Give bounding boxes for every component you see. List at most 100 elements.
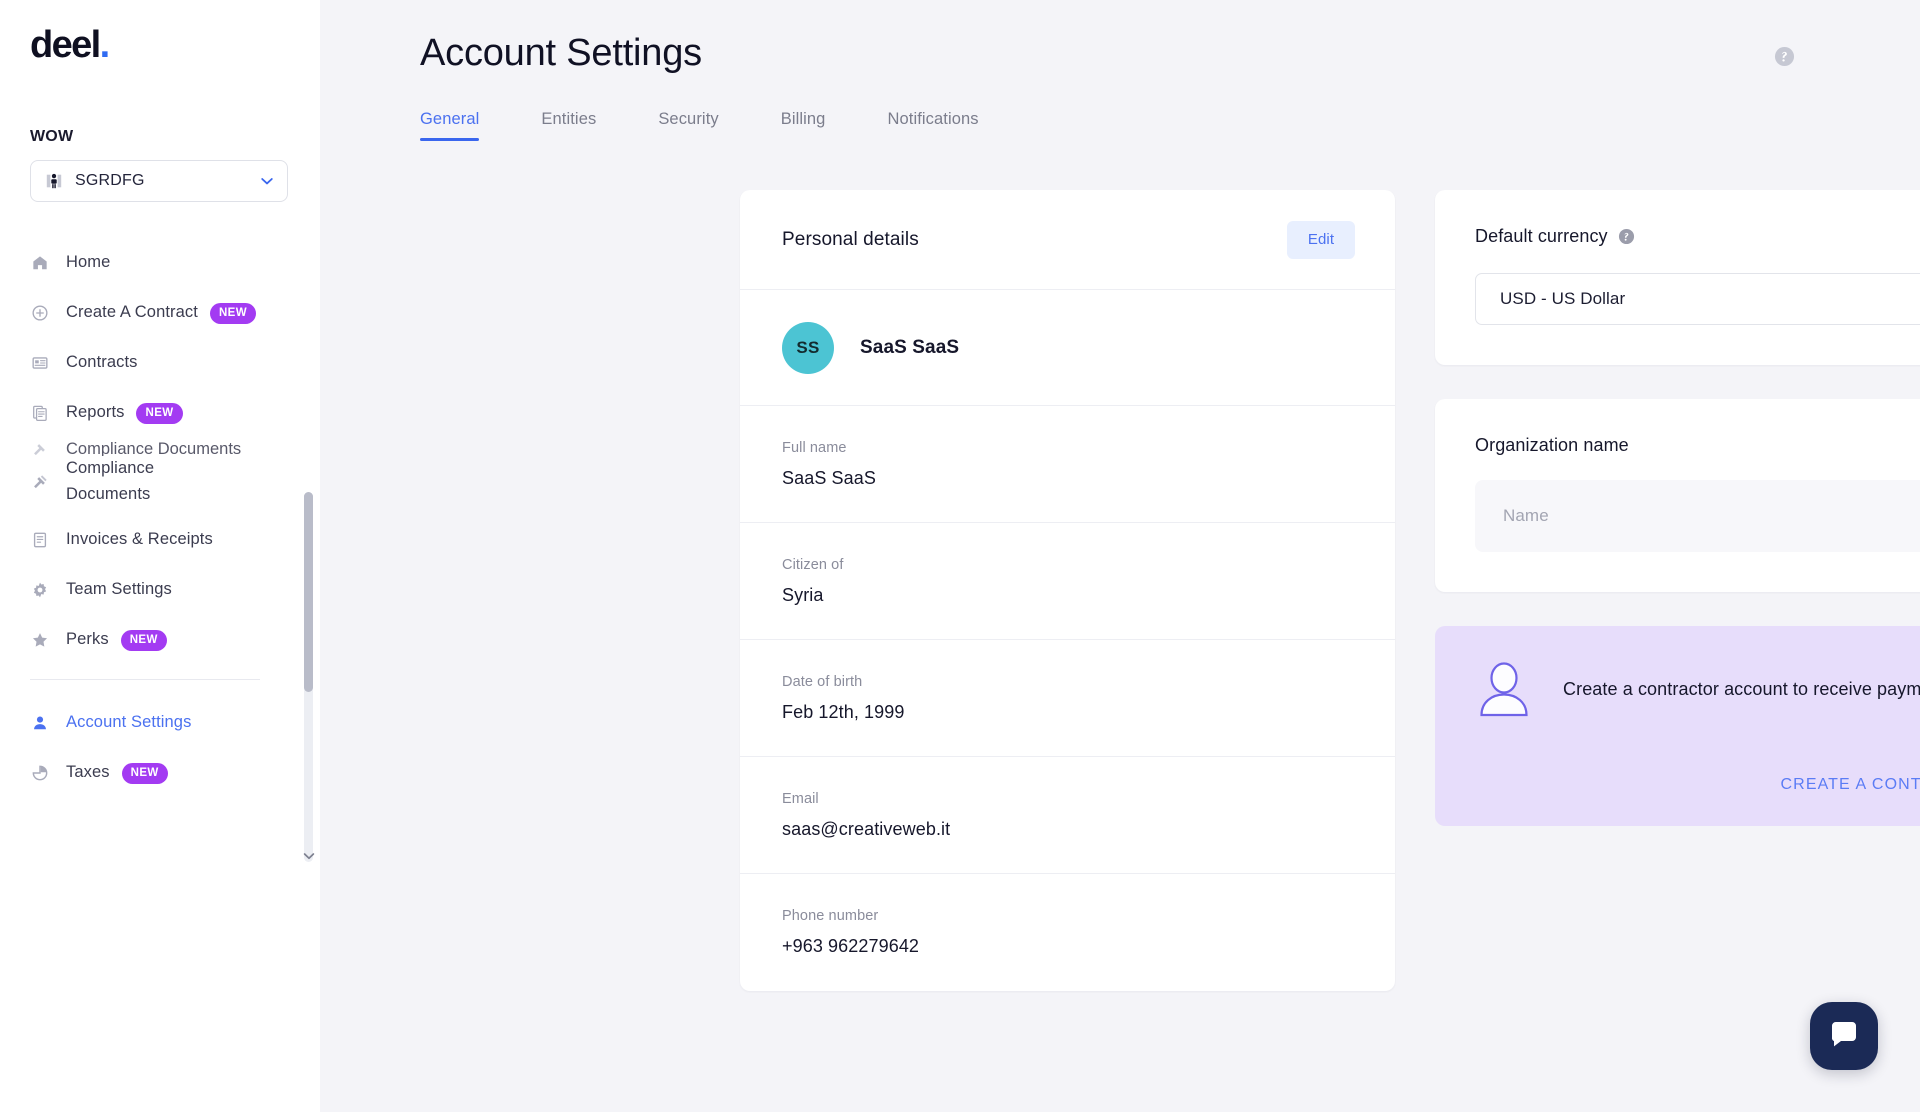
personal-details-header: Personal details Edit (740, 190, 1395, 290)
default-currency-label: Default currency (1475, 226, 1608, 246)
tab-entities[interactable]: Entities (541, 110, 596, 141)
field-date-of-birth: Date of birth Feb 12th, 1999 (740, 640, 1395, 757)
new-badge: NEW (209, 302, 256, 324)
help-circle-icon[interactable] (1618, 228, 1635, 245)
personal-details-user: SS SaaS SaaS (740, 290, 1395, 406)
sidebar-item-home[interactable]: Home (30, 246, 320, 280)
sidebar-item-label: Perks (66, 630, 109, 649)
user-display-name: SaaS SaaS (860, 336, 960, 358)
sidebar-scrollbar-track[interactable] (304, 492, 313, 862)
org-label: WOW (30, 128, 74, 145)
sidebar-item-label: Home (66, 253, 111, 272)
field-value: Feb 12th, 1999 (782, 701, 905, 722)
personal-details-card: Personal details Edit SS SaaS SaaS Full … (740, 190, 1395, 991)
default-currency-value: USD - US Dollar (1500, 289, 1626, 308)
home-icon (30, 253, 50, 273)
gavel-icon (30, 472, 50, 492)
default-currency-card: Default currency USD - US Dollar (1435, 190, 1920, 365)
sidebar-item-compliance-documents-ghost: Compliance Documents (30, 442, 241, 456)
settings-content: Personal details Edit SS SaaS SaaS Full … (740, 190, 1920, 991)
brand-logo[interactable]: deel. (0, 0, 320, 64)
contractor-promo-message: Create a contractor account to receive p… (1563, 678, 1920, 699)
contract-card-icon (30, 353, 50, 373)
field-value: Syria (782, 584, 824, 605)
sidebar-item-label: Create A Contract (66, 303, 198, 322)
field-value: +963 962279642 (782, 936, 920, 956)
field-citizen-of: Citizen of Syria (740, 523, 1395, 640)
sidebar-item-account-settings[interactable]: Account Settings (30, 706, 320, 740)
star-icon (30, 630, 50, 650)
sidebar-item-label: Compliance Documents (66, 442, 242, 456)
field-label: Citizen of (782, 556, 844, 573)
sidebar: deel. WOW SGRDFG Home Create A Contract … (0, 0, 320, 1112)
field-label: Full name (782, 439, 847, 456)
avatar: SS (782, 321, 834, 374)
gavel-icon (30, 442, 50, 456)
org-switcher[interactable]: SGRDFG (30, 160, 288, 202)
tab-general[interactable]: General (420, 110, 480, 141)
new-badge: NEW (120, 629, 167, 651)
person-icon (30, 713, 50, 733)
sidebar-scrollbar-thumb[interactable] (304, 492, 313, 692)
field-full-name: Full name SaaS SaaS (740, 406, 1395, 523)
create-contractor-account-button[interactable]: CREATE A CONTRACTOR ACCOUNT (1781, 776, 1920, 794)
sidebar-item-label: Account Settings (66, 713, 192, 732)
default-currency-select[interactable]: USD - US Dollar (1475, 273, 1920, 325)
main-content: Account Settings General Entities Securi… (320, 0, 1920, 1112)
field-value: saas@creativeweb.it (782, 818, 951, 839)
field-email: Email saas@creativeweb.it (740, 757, 1395, 874)
new-badge: NEW (121, 762, 168, 784)
sidebar-item-label: Taxes (66, 763, 110, 782)
tab-security[interactable]: Security (658, 110, 718, 141)
logo-text: deel (30, 24, 101, 66)
personal-details-title: Personal details (782, 228, 919, 250)
person-avatar-icon (1475, 660, 1533, 718)
sidebar-item-label: Compliance Documents (66, 459, 155, 503)
logo-dot: . (99, 24, 111, 66)
reports-icon (30, 403, 50, 423)
page-title: Account Settings (420, 32, 702, 74)
app-root: deel. WOW SGRDFG Home Create A Contract … (0, 0, 1920, 1112)
sidebar-item-team-settings[interactable]: Team Settings (30, 573, 320, 607)
sidebar-item-invoices-receipts[interactable]: Invoices & Receipts (30, 523, 320, 557)
chat-bubble-icon (1828, 1018, 1860, 1055)
field-label: Date of birth (782, 673, 863, 690)
new-badge: NEW (136, 402, 183, 424)
organization-name-placeholder: Name (1503, 506, 1549, 525)
tab-billing[interactable]: Billing (781, 110, 826, 141)
settings-tabs: General Entities Security Billing Notifi… (420, 110, 979, 141)
sidebar-item-label: Team Settings (66, 580, 172, 599)
chat-fab-button[interactable] (1810, 1002, 1878, 1070)
field-label: Phone number (782, 908, 879, 924)
right-column: Default currency USD - US Dollar Organiz… (1435, 190, 1920, 991)
help-circle-icon[interactable] (1774, 46, 1795, 67)
org-avatar-icon (45, 172, 63, 190)
default-currency-label-row: Default currency (1475, 226, 1920, 247)
organization-name-title: Organization name (1475, 435, 1629, 455)
organization-name-card: Organization name Name WOW (1435, 399, 1920, 592)
sidebar-item-create-a-contract[interactable]: Create A Contract NEW (30, 296, 320, 330)
sidebar-divider (30, 679, 260, 681)
invoice-icon (30, 530, 50, 550)
chevron-down-icon (259, 173, 275, 189)
field-label: Email (782, 790, 819, 807)
contractor-promo-top: Create a contractor account to receive p… (1475, 660, 1920, 718)
tab-notifications[interactable]: Notifications (887, 110, 978, 141)
sidebar-item-contracts[interactable]: Contracts (30, 346, 320, 380)
edit-button[interactable]: Edit (1287, 220, 1355, 259)
pie-chart-icon (30, 763, 50, 783)
scroll-down-arrow-icon[interactable] (301, 848, 317, 864)
sidebar-item-taxes[interactable]: Taxes NEW (30, 756, 320, 790)
contractor-promo-card: Create a contractor account to receive p… (1435, 626, 1920, 826)
field-phone-number: Phone number +963 962279642 (740, 874, 1395, 991)
sidebar-item-reports[interactable]: Reports NEW (30, 396, 320, 430)
organization-name-field[interactable]: Name WOW (1475, 480, 1920, 552)
sidebar-item-label: Reports (66, 403, 125, 422)
gear-icon (30, 580, 50, 600)
sidebar-item-perks[interactable]: Perks NEW (30, 623, 320, 657)
sidebar-item-label: Invoices & Receipts (66, 530, 213, 549)
org-selected-name: SGRDFG (75, 172, 145, 189)
sidebar-item-label: Contracts (66, 353, 138, 372)
sidebar-item-compliance-documents[interactable]: Compliance Documents (30, 456, 320, 507)
field-value: SaaS SaaS (782, 467, 876, 488)
